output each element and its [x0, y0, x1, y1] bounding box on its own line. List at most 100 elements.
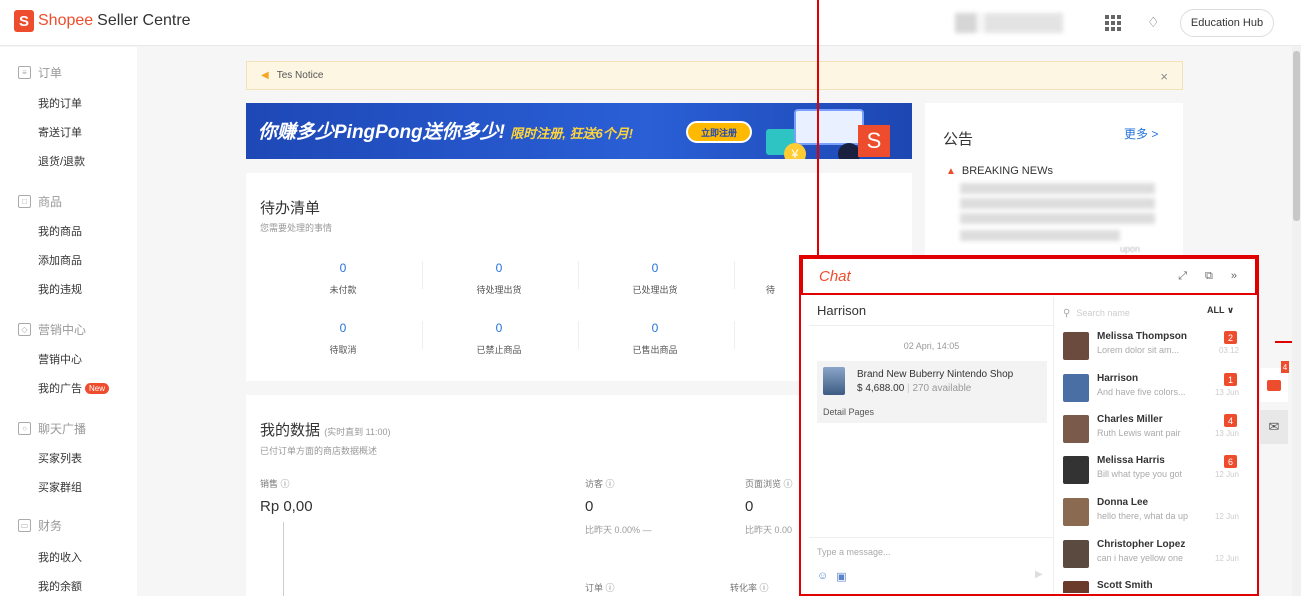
sidebar-item-buyer-groups[interactable]: 买家群组 — [38, 479, 82, 495]
announcement-more-link[interactable]: 更多 > — [1124, 125, 1158, 142]
info-icon[interactable]: ⓘ — [606, 583, 615, 593]
conversation-item[interactable]: Donna Lee hello there, what da up 12 Jun — [1063, 494, 1243, 534]
todo-unpaid-count[interactable]: 0 — [268, 261, 418, 275]
send-icon[interactable]: ▶ — [1035, 569, 1043, 580]
news-text-fragment: upon — [1120, 244, 1141, 254]
detail-pages-link[interactable]: Detail Pages — [823, 407, 874, 417]
avatar — [1063, 374, 1089, 402]
todo-banned-count[interactable]: 0 — [424, 321, 574, 335]
sidebar-item-returns[interactable]: 退货/退款 — [38, 153, 85, 169]
todo-title: 待办清单 — [260, 200, 321, 217]
shopee-logo[interactable]: S Shopee Seller Centre — [14, 10, 191, 32]
product-price: $ 4,688.00 | 270 available — [857, 383, 972, 394]
brand-name: Shopee — [38, 12, 94, 29]
info-icon[interactable]: ⓘ — [784, 479, 793, 489]
sidebar-item-my-income[interactable]: 我的收入 — [38, 549, 82, 565]
minimize-icon[interactable]: » — [1231, 270, 1237, 283]
scrollbar-thumb[interactable] — [1293, 51, 1300, 221]
mail-icon[interactable]: ✉ — [1260, 410, 1288, 444]
education-hub-button[interactable]: Education Hub — [1180, 9, 1274, 37]
conversation-item[interactable]: Scott Smith — [1063, 577, 1243, 593]
todo-shipped-count[interactable]: 0 — [580, 261, 730, 275]
floating-chat-button[interactable] — [1260, 368, 1288, 402]
user-icon: ○ — [18, 422, 31, 435]
divider — [422, 261, 423, 289]
chat-unread-badge: 4 — [1281, 361, 1289, 373]
divider — [809, 537, 1054, 538]
user-account-blurred[interactable] — [955, 13, 1063, 33]
sidebar-group-marketing[interactable]: ◇ 营销中心 — [18, 321, 86, 338]
wallet-icon: ▭ — [18, 519, 31, 532]
expand-icon[interactable]: ⤢ — [1178, 270, 1187, 283]
sidebar-item-shipping[interactable]: 寄送订单 — [38, 124, 82, 140]
sidebar-item-my-orders[interactable]: 我的订单 — [38, 95, 82, 111]
conversation-item[interactable]: Melissa Harris Bill what type you got 12… — [1063, 452, 1243, 492]
bell-icon[interactable]: ♢ — [1147, 14, 1160, 31]
divider — [422, 321, 423, 349]
sidebar-item-buyer-list[interactable]: 买家列表 — [38, 450, 82, 466]
emoji-icon[interactable]: ☺ — [817, 570, 828, 583]
sidebar-item-my-ads[interactable]: 我的广告 New — [38, 380, 110, 396]
banner-promo: 限时注册, 狂送6个月! — [510, 126, 634, 141]
sidebar-item-marketing[interactable]: 营销中心 — [38, 351, 82, 367]
promo-banner[interactable]: 你赚多少PingPong送你多少! 限时注册, 狂送6个月! 立即注册 ¥ S — [246, 103, 912, 159]
popout-icon[interactable]: ⧉ — [1205, 270, 1213, 283]
chat-bubble-icon — [1267, 379, 1281, 391]
avatar — [1063, 540, 1089, 568]
info-icon[interactable]: ⓘ — [760, 583, 769, 593]
conversation-item[interactable]: Charles Miller Ruth Lewis want pair 13 J… — [1063, 411, 1243, 451]
conversation-item[interactable]: Christopher Lopez can i have yellow one … — [1063, 536, 1243, 576]
unread-badge: 1 — [1224, 373, 1237, 386]
product-thumbnail — [823, 367, 845, 395]
chevron-down-icon: ∨ — [1226, 305, 1235, 315]
coin-icon: ¥ — [784, 143, 806, 159]
announcement-title: 公告 — [943, 131, 974, 148]
sidebar-group-finance[interactable]: ▭ 财务 — [18, 517, 62, 534]
new-badge: New — [85, 383, 110, 394]
register-button[interactable]: 立即注册 — [686, 121, 752, 143]
conversation-item[interactable]: Melissa Thompson Lorem dolor sit am... 0… — [1063, 328, 1243, 368]
page-scrollbar[interactable] — [1292, 47, 1301, 596]
breaking-news[interactable]: ▲ BREAKING NEWs — [946, 165, 1053, 177]
conversation-item[interactable]: Harrison And have five colors... 13 Jun … — [1063, 370, 1243, 410]
search-input[interactable]: ⚲ Search name — [1063, 304, 1201, 322]
orders-label: 订单 ⓘ — [585, 583, 615, 593]
product-card[interactable]: Brand New Buberry Nintendo Shop $ 4,688.… — [817, 361, 1047, 423]
chat-title: Chat — [819, 268, 851, 285]
image-icon[interactable]: ▣ — [836, 570, 846, 583]
chat-header: Chat ⤢ ⧉ » — [801, 257, 1257, 295]
conversation-list: ⚲ Search name ALL ∨ Melissa Thompson Lore… — [1055, 297, 1247, 593]
sales-value: Rp 0,00 — [260, 498, 313, 515]
sidebar-item-my-products[interactable]: 我的商品 — [38, 223, 82, 239]
blurred-news-text — [960, 213, 1155, 224]
message-input[interactable]: Type a message... — [817, 547, 891, 557]
sidebar-item-my-balance[interactable]: 我的余额 — [38, 578, 82, 594]
info-icon[interactable]: ⓘ — [281, 479, 290, 489]
todo-to-ship-label: 待处理出货 — [476, 285, 522, 295]
blurred-news-text — [960, 198, 1155, 209]
sidebar-group-products[interactable]: □ 商品 — [18, 193, 62, 210]
todo-soldout-label: 已售出商品 — [632, 345, 678, 355]
sidebar-group-orders[interactable]: ≡ 订单 — [18, 64, 62, 81]
info-icon[interactable]: ⓘ — [606, 479, 615, 489]
todo-soldout-count[interactable]: 0 — [580, 321, 730, 335]
product-name: Brand New Buberry Nintendo Shop — [857, 369, 1014, 380]
todo-to-ship-count[interactable]: 0 — [424, 261, 574, 275]
close-icon[interactable]: × — [1160, 69, 1168, 84]
my-data-subtitle: 已付订单方面的商店数据概述 — [260, 446, 378, 456]
todo-cancel-count[interactable]: 0 — [268, 321, 418, 335]
todo-unpaid-label: 未付款 — [329, 285, 357, 295]
sidebar-item-violations[interactable]: 我的违规 — [38, 281, 82, 297]
filter-dropdown[interactable]: ALL ∨ — [1207, 305, 1234, 316]
avatar — [1063, 498, 1089, 526]
sidebar-item-add-product[interactable]: 添加商品 — [38, 252, 82, 268]
todo-pending-label: 待 — [766, 285, 776, 295]
pageviews-value: 0 — [745, 498, 754, 515]
avatar — [1063, 456, 1089, 484]
todo-shipped-label: 已处理出货 — [632, 285, 678, 295]
apps-grid-icon[interactable] — [1105, 15, 1121, 31]
sales-chart-axis — [283, 522, 284, 596]
sidebar-group-chat-broadcast[interactable]: ○ 聊天广播 — [18, 420, 86, 437]
visits-compare: 比昨天 0.00% — — [585, 525, 652, 535]
divider — [734, 261, 735, 289]
